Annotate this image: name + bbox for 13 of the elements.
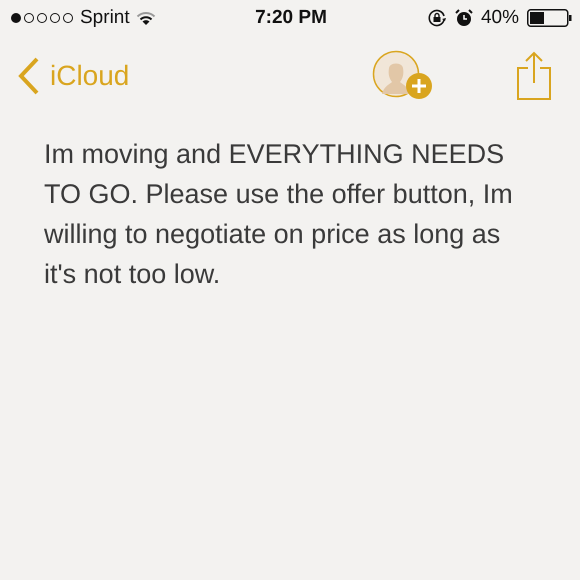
status-time: 7:20 PM: [255, 7, 327, 29]
share-icon: [516, 51, 552, 101]
alarm-icon: [454, 9, 473, 27]
signal-icon: [10, 12, 74, 24]
carrier-name: Sprint: [80, 7, 130, 29]
wifi-icon: [136, 10, 156, 26]
note-text: Im moving and EVERYTHING NEEDS TO GO. Please use the offer button, Im willing to negotiate on price as long as it's not too low.: [44, 138, 514, 291]
share-button[interactable]: [516, 51, 552, 101]
back-button[interactable]: iCloud: [18, 57, 130, 95]
rotation-lock-icon: [426, 8, 447, 28]
battery-icon: [527, 9, 572, 27]
battery-percentage: 40%: [480, 7, 519, 29]
chevron-icon: [18, 57, 40, 95]
